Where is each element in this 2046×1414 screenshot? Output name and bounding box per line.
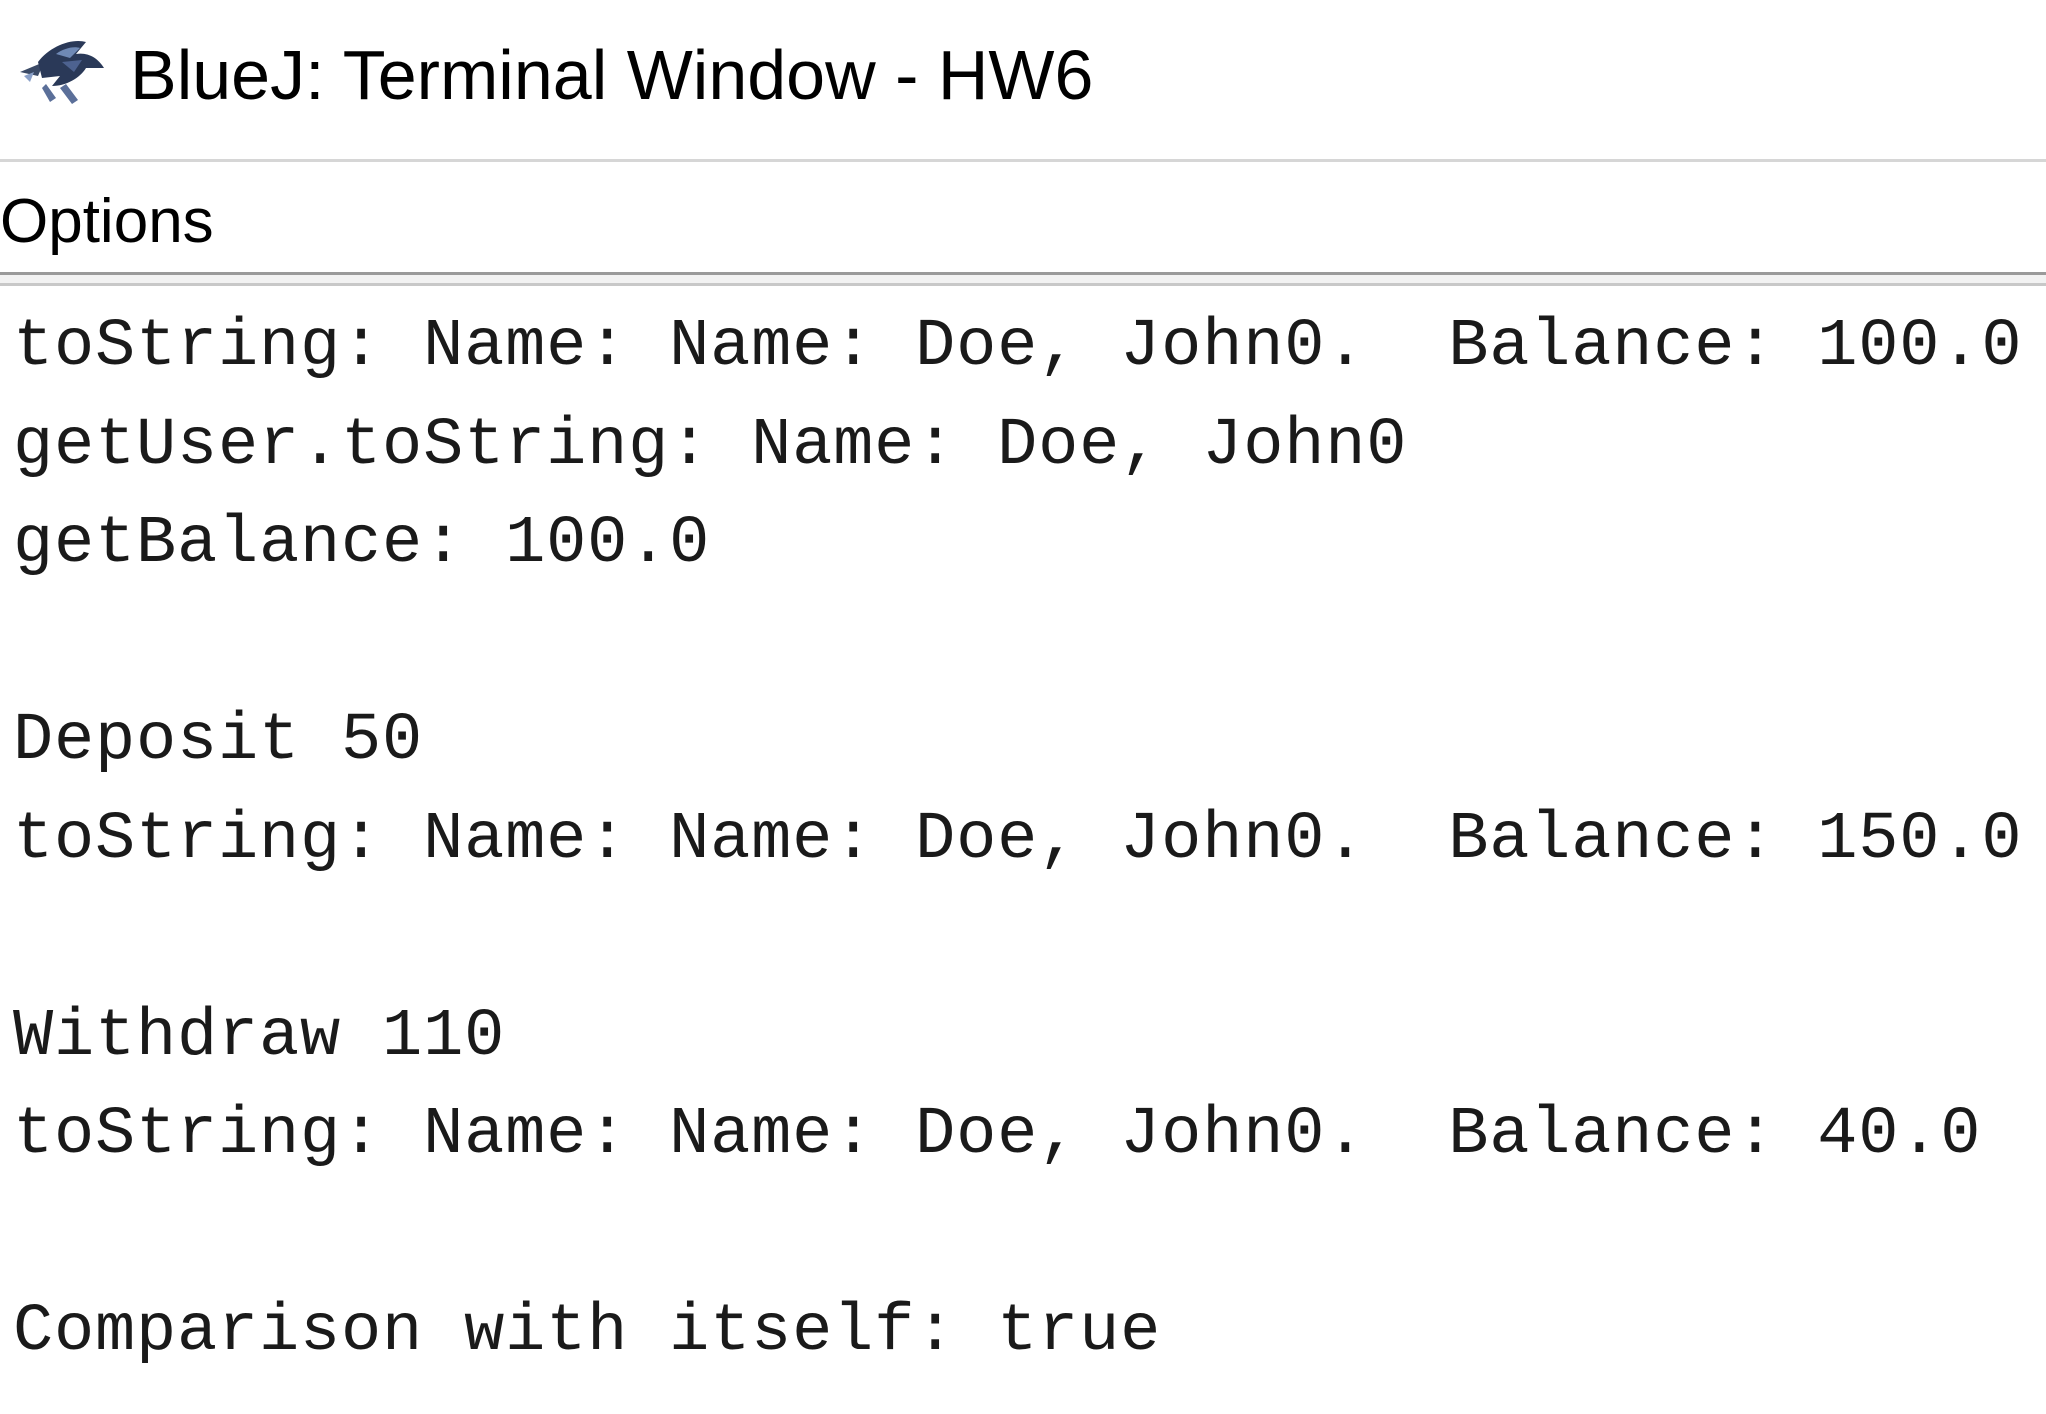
menu-divider xyxy=(0,272,2046,286)
terminal-line: getBalance: 100.0 xyxy=(13,506,711,582)
terminal-line: toString: Name: Name: Doe, John0. Balanc… xyxy=(13,309,2023,385)
menu-options[interactable]: Options xyxy=(0,184,214,260)
terminal-line: toString: Name: Name: Doe, John0. Balanc… xyxy=(13,801,2023,878)
terminal-output: toString: Name: Name: Doe, John0. Balanc… xyxy=(13,298,2022,1382)
terminal-line: getUser.toString: Name: Doe, John0 xyxy=(13,407,1408,484)
window-title: BlueJ: Terminal Window - HW6 xyxy=(130,36,1094,114)
terminal-line: Deposit 50 xyxy=(13,703,424,779)
title-bar[interactable]: BlueJ: Terminal Window - HW6 xyxy=(0,0,2046,162)
terminal-line: Comparison with itself: true xyxy=(13,1294,1162,1370)
terminal-line: toString: Name: Name: Doe, John0. Balanc… xyxy=(13,1097,1982,1173)
terminal-output-area[interactable]: toString: Name: Name: Doe, John0. Balanc… xyxy=(0,286,2046,1414)
terminal-window: BlueJ: Terminal Window - HW6 Options toS… xyxy=(0,0,2046,1414)
terminal-line: Withdraw 110 xyxy=(13,998,506,1075)
bluej-bird-icon xyxy=(16,32,112,108)
menu-bar: Options xyxy=(0,162,2046,272)
